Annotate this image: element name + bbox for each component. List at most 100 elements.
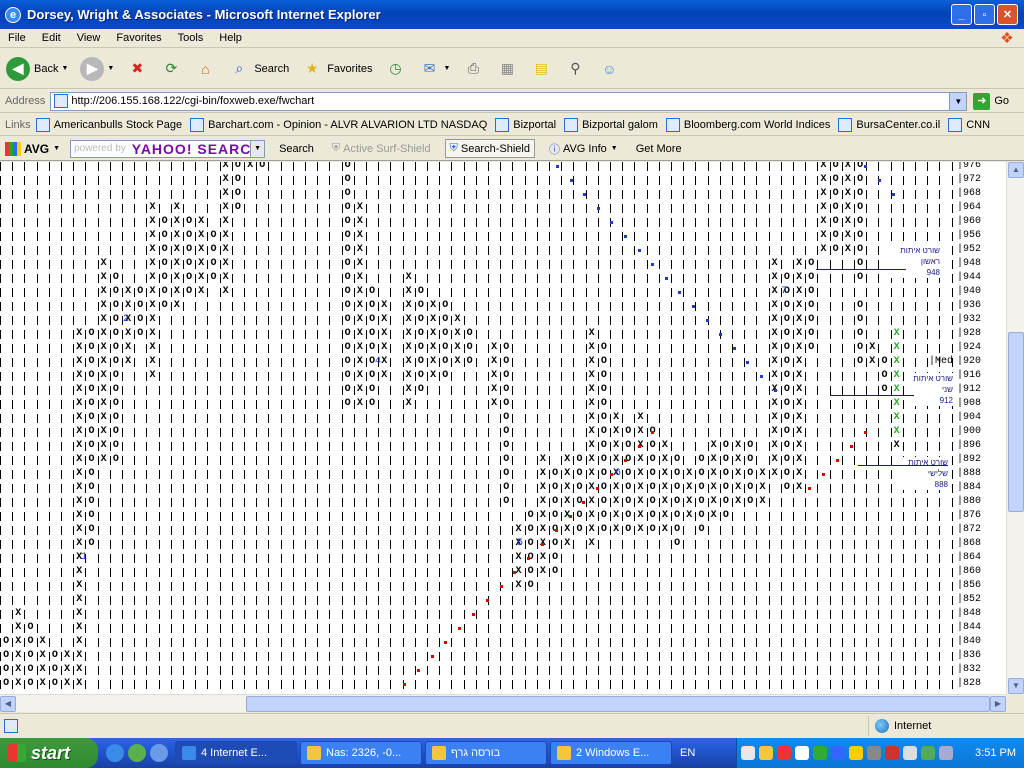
media-quicklaunch-icon[interactable] xyxy=(128,744,146,762)
menu-file[interactable]: File xyxy=(0,32,34,44)
menu-favorites[interactable]: Favorites xyxy=(108,32,169,44)
grid-separator xyxy=(353,540,355,549)
menu-view[interactable]: View xyxy=(69,32,109,44)
horizontal-scrollbar[interactable]: ◀ ▶ xyxy=(0,694,1006,712)
dropdown-arrow-icon[interactable]: ▼ xyxy=(61,65,68,72)
grid-separator xyxy=(512,218,514,227)
link-bizportal-galom[interactable]: Bizportal galom xyxy=(564,117,658,132)
address-url[interactable]: http://206.155.168.122/cgi-bin/foxweb.ex… xyxy=(71,95,314,107)
dropdown-arrow-icon[interactable]: ▼ xyxy=(107,65,114,72)
avg-menu-button[interactable]: AVG ▼ xyxy=(5,141,60,156)
search-shield-button[interactable]: ⛨ Search-Shield xyxy=(444,139,535,158)
scroll-right-icon[interactable]: ▶ xyxy=(990,696,1006,712)
start-button[interactable]: start xyxy=(0,738,98,768)
forward-button[interactable]: ▶ ▼ xyxy=(77,53,117,85)
vertical-scroll-thumb[interactable] xyxy=(1008,332,1024,512)
grid-separator xyxy=(97,246,99,255)
link-americanbulls[interactable]: Americanbulls Stock Page xyxy=(35,117,182,132)
grid-separator xyxy=(561,666,563,675)
go-button[interactable]: ➜ Go xyxy=(973,92,1009,110)
research-button[interactable]: ⚲ xyxy=(561,53,589,85)
refresh-button[interactable]: ⟳ xyxy=(157,53,185,85)
box-x: X xyxy=(796,384,803,395)
box-o: O xyxy=(442,342,449,353)
ie-quicklaunch-icon[interactable] xyxy=(106,744,124,762)
menu-tools[interactable]: Tools xyxy=(170,32,212,44)
link-bursacenter[interactable]: BursaCenter.co.il xyxy=(838,117,940,132)
edit-button[interactable]: ▦ xyxy=(493,53,521,85)
grid-separator xyxy=(244,666,245,675)
task-bursa-graph[interactable]: בורסה גרף xyxy=(425,741,547,765)
grid-separator xyxy=(829,260,831,269)
grid-separator xyxy=(768,596,770,605)
tray-icon[interactable] xyxy=(759,746,773,760)
messenger-button[interactable]: ☺ xyxy=(595,53,623,85)
grid-separator xyxy=(805,246,807,255)
tray-icon[interactable] xyxy=(939,746,953,760)
scroll-down-icon[interactable]: ▼ xyxy=(1008,678,1024,694)
grid-separator xyxy=(451,666,453,675)
stop-button[interactable]: ✖ xyxy=(123,53,151,85)
tray-icon[interactable] xyxy=(849,746,863,760)
grid-separator xyxy=(244,484,245,493)
active-surf-shield-button[interactable]: ⛨ Active Surf-Shield xyxy=(328,140,435,157)
tray-icon[interactable] xyxy=(903,746,917,760)
tray-icon[interactable] xyxy=(831,746,845,760)
box-x: X xyxy=(405,328,412,339)
yahoo-search-input[interactable]: powered by YAHOO! SEARCH ▼ xyxy=(70,139,266,158)
tray-icon[interactable] xyxy=(795,746,809,760)
favorites-button[interactable]: ★ Favorites xyxy=(298,53,375,85)
tray-icon[interactable] xyxy=(813,746,827,760)
close-button[interactable]: ✕ xyxy=(997,4,1018,25)
grid-separator xyxy=(317,652,319,661)
history-button[interactable]: ◷ xyxy=(381,53,409,85)
home-button[interactable]: ⌂ xyxy=(191,53,219,85)
maximize-button[interactable]: ▫ xyxy=(974,4,995,25)
horizontal-scroll-thumb[interactable] xyxy=(246,696,990,712)
avg-search-button[interactable]: Search xyxy=(275,141,318,157)
tray-icon[interactable] xyxy=(921,746,935,760)
box-o: O xyxy=(832,244,839,255)
grid-separator xyxy=(207,582,209,591)
scroll-left-icon[interactable]: ◀ xyxy=(0,696,16,712)
messenger-quicklaunch-icon[interactable] xyxy=(150,744,168,762)
minimize-button[interactable]: _ xyxy=(951,4,972,25)
address-dropdown-icon[interactable]: ▼ xyxy=(949,92,967,110)
box-x: X xyxy=(820,216,827,227)
link-bloomberg[interactable]: Bloomberg.com World Indices xyxy=(665,117,830,132)
language-indicator[interactable]: EN xyxy=(680,747,695,759)
grid-separator xyxy=(305,568,306,577)
menu-help[interactable]: Help xyxy=(211,32,250,44)
link-barchart[interactable]: Barchart.com - Opinion - ALVR ALVARION L… xyxy=(190,117,487,132)
grid-separator xyxy=(463,190,465,199)
discuss-button[interactable]: ▤ xyxy=(527,53,555,85)
tray-icon[interactable] xyxy=(741,746,755,760)
link-cnn[interactable]: CNN xyxy=(948,117,990,132)
get-more-button[interactable]: Get More xyxy=(632,141,686,157)
avg-info-button[interactable]: ⓘ AVG Info ▼ xyxy=(545,139,622,159)
grid-separator xyxy=(85,540,87,549)
menu-edit[interactable]: Edit xyxy=(34,32,69,44)
grid-separator xyxy=(97,316,99,325)
yahoo-dropdown-icon[interactable]: ▼ xyxy=(250,140,265,157)
task-windows-explorer[interactable]: 2 Windows E... xyxy=(550,741,672,765)
grid-separator xyxy=(451,246,453,255)
task-internet-explorer[interactable]: 4 Internet E... xyxy=(175,741,297,765)
search-button[interactable]: ⌕ Search xyxy=(225,53,292,85)
scroll-up-icon[interactable]: ▲ xyxy=(1008,162,1024,178)
address-input[interactable]: http://206.155.168.122/cgi-bin/foxweb.ex… xyxy=(50,91,968,111)
print-button[interactable]: ⎙ xyxy=(459,53,487,85)
dropdown-arrow-icon[interactable]: ▼ xyxy=(443,65,450,72)
vertical-scrollbar[interactable]: ▲ ▼ xyxy=(1006,162,1024,694)
grid-separator xyxy=(707,386,709,395)
mail-button[interactable]: ✉ ▼ xyxy=(415,53,453,85)
grid-separator xyxy=(24,162,26,171)
tray-icon[interactable] xyxy=(885,746,899,760)
grid-separator xyxy=(671,582,672,591)
back-button[interactable]: ◀ Back ▼ xyxy=(3,53,71,85)
tray-icon[interactable] xyxy=(777,746,791,760)
grid-separator xyxy=(549,484,550,493)
link-bizportal[interactable]: Bizportal xyxy=(495,117,556,132)
tray-icon[interactable] xyxy=(867,746,881,760)
task-nas[interactable]: Nas: 2326, -0... xyxy=(300,741,422,765)
